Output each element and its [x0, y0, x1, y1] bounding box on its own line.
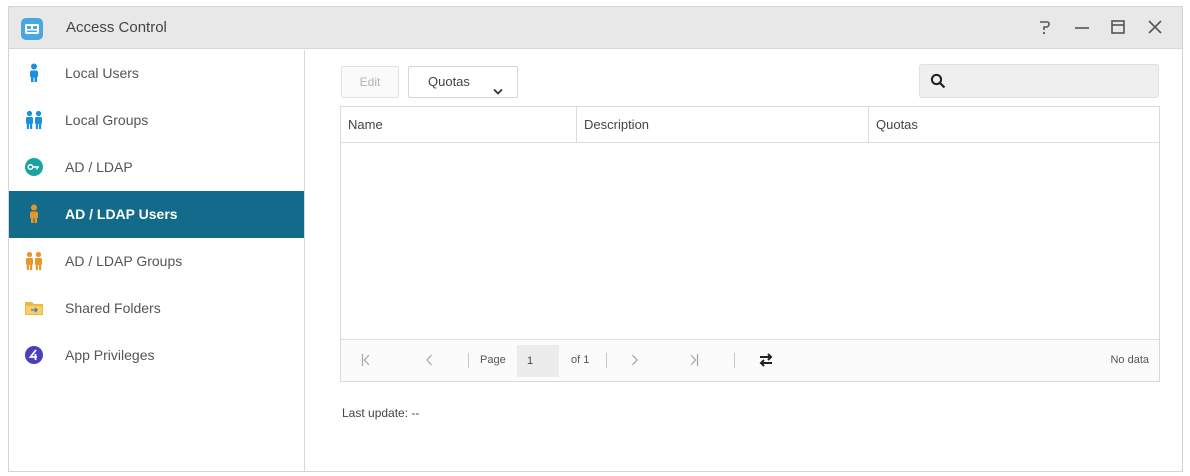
column-header-quotas[interactable]: Quotas [869, 107, 1159, 142]
previous-page-icon[interactable] [425, 353, 433, 370]
page-count-label: of 1 [571, 354, 590, 366]
title-bar: Access Control [9, 7, 1182, 49]
refresh-icon[interactable] [757, 351, 775, 372]
sidebar-item-local-groups[interactable]: Local Groups [9, 97, 304, 144]
maximize-icon[interactable] [1105, 15, 1131, 41]
search-input[interactable] [954, 70, 1150, 92]
pager-divider [468, 353, 469, 368]
main-content: Edit Quotas Name Description Quotas Page… [306, 50, 1182, 471]
sidebar-item-label: AD / LDAP [65, 159, 133, 175]
last-update-text: Last update: -- [342, 406, 420, 420]
sidebar-item-local-users[interactable]: Local Users [9, 50, 304, 97]
sidebar: Local Users Local Groups AD / LDAP AD / … [9, 50, 305, 471]
users-table: Name Description Quotas Page of 1 [340, 106, 1160, 382]
pager-status-text: No data [1110, 354, 1149, 366]
minimize-icon[interactable] [1069, 15, 1095, 41]
column-header-name[interactable]: Name [341, 107, 577, 142]
sidebar-item-ad-ldap-groups[interactable]: AD / LDAP Groups [9, 238, 304, 285]
last-page-icon[interactable] [689, 353, 699, 370]
window-title: Access Control [66, 19, 167, 36]
edit-button[interactable]: Edit [341, 66, 399, 98]
sidebar-item-label: Shared Folders [65, 300, 161, 316]
access-control-icon [21, 18, 43, 40]
sidebar-item-label: Local Users [65, 65, 139, 81]
close-icon[interactable] [1142, 15, 1168, 41]
user-icon [24, 63, 44, 83]
ldap-key-icon [24, 157, 44, 177]
search-box [919, 64, 1159, 98]
page-label: Page [480, 354, 506, 366]
users-icon [24, 251, 44, 271]
sidebar-item-app-privileges[interactable]: App Privileges [9, 332, 304, 379]
sidebar-item-label: App Privileges [65, 347, 155, 363]
pager-divider [606, 353, 607, 368]
help-icon[interactable] [1031, 15, 1057, 41]
sidebar-item-label: Local Groups [65, 112, 149, 128]
sidebar-item-ad-ldap-users[interactable]: AD / LDAP Users [9, 191, 304, 238]
app-privileges-icon [24, 345, 44, 365]
sidebar-item-label: AD / LDAP Users [65, 206, 178, 222]
chevron-down-icon [493, 77, 503, 107]
sidebar-item-label: AD / LDAP Groups [65, 253, 183, 269]
column-header-description[interactable]: Description [577, 107, 869, 142]
next-page-icon[interactable] [631, 353, 639, 370]
table-header: Name Description Quotas [341, 107, 1159, 143]
pager-divider [734, 353, 735, 368]
first-page-icon[interactable] [361, 353, 371, 370]
pagination-bar: Page of 1 No data [341, 339, 1159, 381]
user-icon [24, 204, 44, 224]
folder-icon [24, 298, 44, 318]
app-window: Access Control Local Users Local Groups [8, 6, 1183, 472]
sidebar-item-shared-folders[interactable]: Shared Folders [9, 285, 304, 332]
users-icon [24, 110, 44, 130]
quotas-dropdown-button[interactable]: Quotas [408, 66, 518, 98]
search-icon[interactable] [930, 73, 946, 92]
sidebar-item-ad-ldap[interactable]: AD / LDAP [9, 144, 304, 191]
page-number-input[interactable] [517, 345, 559, 377]
quotas-button-label: Quotas [428, 74, 470, 89]
